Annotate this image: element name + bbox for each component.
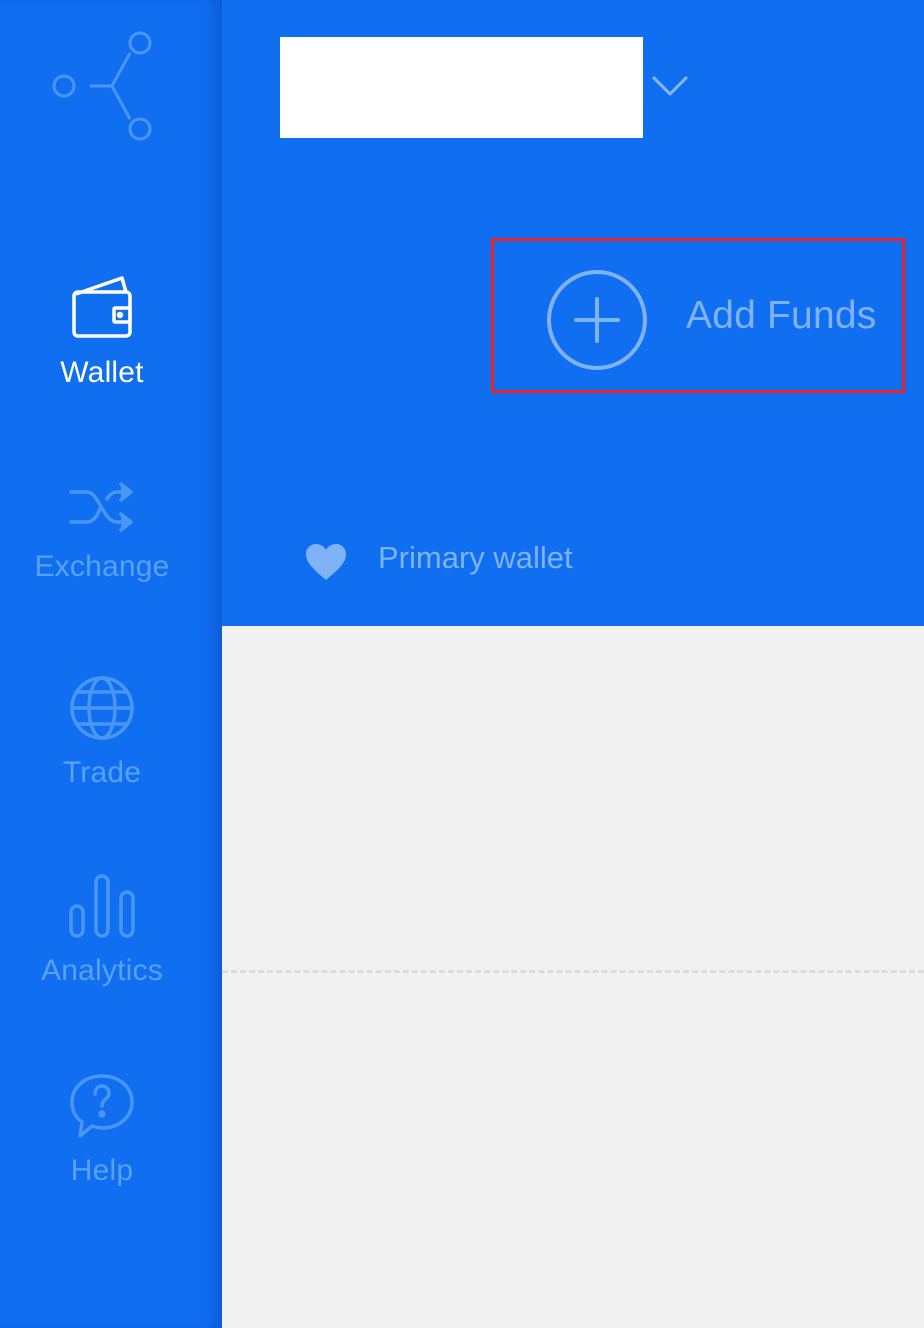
network-nodes-icon[interactable] [48, 28, 158, 144]
sidebar-item-help[interactable]: Help [0, 1072, 204, 1188]
plus-circle-icon [545, 268, 649, 372]
primary-wallet-label: Primary wallet [378, 540, 573, 575]
globe-icon [0, 674, 204, 742]
divider [222, 970, 924, 973]
add-funds-button[interactable]: Add Funds [491, 238, 905, 393]
shuffle-icon [0, 478, 204, 536]
sidebar-item-label: Analytics [41, 954, 163, 987]
add-funds-label: Add Funds [686, 294, 877, 337]
sidebar-item-exchange[interactable]: Exchange [0, 478, 204, 584]
sidebar-item-label: Exchange [34, 550, 170, 583]
sidebar-item-analytics[interactable]: Analytics [0, 872, 204, 988]
wallet-icon [0, 272, 204, 342]
sidebar-item-wallet[interactable]: Wallet [0, 272, 204, 390]
wallet-content-area [222, 626, 924, 1328]
sidebar-item-label: Help [70, 1154, 134, 1187]
bar-chart-icon [0, 872, 204, 940]
heart-icon[interactable] [304, 542, 348, 582]
help-bubble-icon [0, 1072, 204, 1140]
wallet-header: Add Funds Primary wallet [222, 0, 924, 626]
sidebar: Wallet Exchange Trade Analytics Help [0, 0, 222, 1328]
sidebar-item-label: Trade [62, 756, 142, 789]
chevron-down-icon[interactable] [650, 70, 690, 100]
sidebar-item-trade[interactable]: Trade [0, 674, 204, 790]
app-window: Wallet Exchange Trade Analytics Help Add… [0, 0, 924, 1328]
sidebar-item-label: Wallet [60, 356, 144, 389]
wallet-selector[interactable] [280, 37, 643, 138]
